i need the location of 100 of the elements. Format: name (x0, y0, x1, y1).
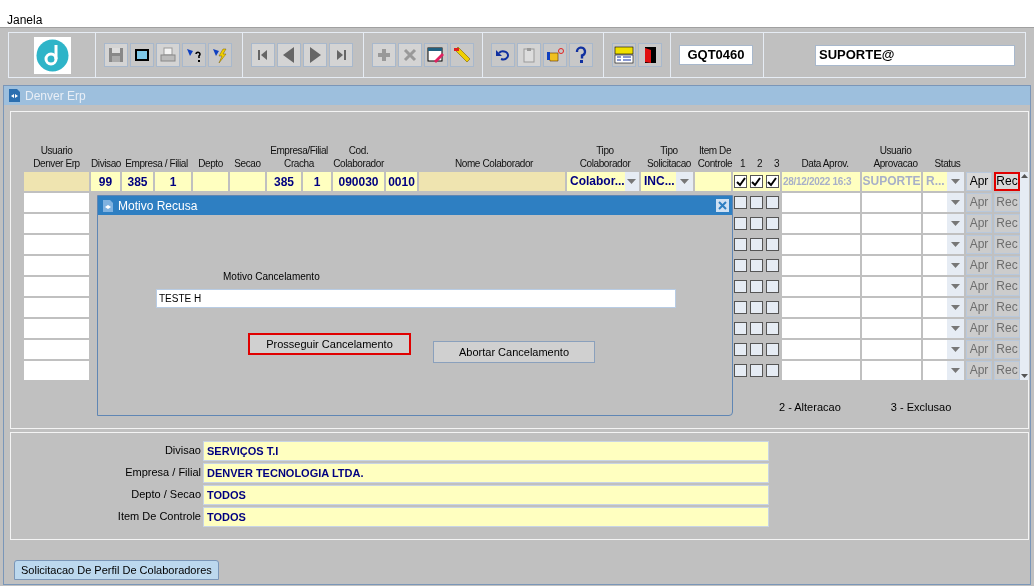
scrollbar[interactable] (1020, 172, 1029, 380)
checkbox[interactable] (750, 259, 763, 272)
window-title: Janela (7, 13, 43, 27)
pencil-icon (452, 45, 472, 65)
checkbox[interactable] (765, 322, 779, 335)
dropdown-field[interactable]: Colabor... (567, 172, 639, 191)
table-cell (24, 235, 89, 254)
printer-icon (158, 45, 178, 65)
checkbox[interactable] (750, 238, 763, 251)
close-icon[interactable] (716, 199, 729, 212)
checkbox[interactable] (765, 238, 779, 251)
field-label: Divisao (163, 443, 201, 459)
pencil-button[interactable] (450, 43, 474, 67)
checkbox[interactable] (734, 259, 748, 272)
dropdown-arrow-icon (951, 347, 960, 352)
dropdown-arrow-icon (951, 179, 960, 184)
dialog-button[interactable]: Abortar Cancelamento (433, 341, 595, 363)
checkbox[interactable] (734, 364, 748, 377)
checkbox[interactable] (734, 343, 748, 356)
next-button[interactable] (303, 43, 327, 67)
table-cell (862, 277, 921, 296)
checkbox[interactable] (765, 301, 779, 314)
table-cell: 0010 (386, 172, 417, 191)
undo-button[interactable] (491, 43, 515, 67)
tab[interactable]: Solicitacao De Perfil De Colaboradores (14, 560, 219, 580)
dropdown-field[interactable] (923, 214, 964, 233)
checkbox[interactable] (765, 280, 779, 293)
checkbox[interactable] (734, 217, 748, 230)
table-cell (862, 235, 921, 254)
row-button[interactable]: Rec (994, 172, 1020, 191)
column-header: Usuario Denver Erp (32, 144, 81, 170)
table-cell (193, 172, 228, 191)
query-button[interactable] (182, 43, 206, 67)
window-button[interactable] (130, 43, 154, 67)
checkbox[interactable] (734, 301, 748, 314)
scroll-down-icon[interactable] (1020, 373, 1029, 380)
checkbox[interactable] (734, 238, 748, 251)
checkbox[interactable] (750, 364, 763, 377)
checkbox[interactable] (765, 364, 779, 377)
row-button[interactable]: Apr (966, 172, 992, 191)
column-header: Usuario Aprovacao (872, 144, 919, 170)
clipboard-button[interactable] (517, 43, 541, 67)
checkbox[interactable] (750, 301, 763, 314)
previous-button[interactable] (277, 43, 301, 67)
table-cell (24, 361, 89, 380)
checkbox[interactable] (750, 280, 763, 293)
dialog-button[interactable]: Prosseguir Cancelamento (248, 333, 411, 355)
checkbox[interactable] (734, 322, 748, 335)
filter-field: DENVER TECNOLOGIA LTDA. (203, 462, 769, 483)
last-record-button[interactable] (329, 43, 353, 67)
checkbox[interactable] (765, 196, 779, 209)
column-header: Item De Controle (697, 144, 733, 170)
dropdown-field[interactable]: INC... (641, 172, 693, 191)
table-cell (24, 172, 89, 191)
checkbox[interactable] (765, 343, 779, 356)
dropdown-arrow-icon (951, 305, 960, 310)
checkbox[interactable] (734, 280, 748, 293)
dropdown-field[interactable] (923, 277, 964, 296)
dropdown-field[interactable] (923, 340, 964, 359)
dropdown-field[interactable] (923, 319, 964, 338)
checkbox[interactable] (750, 343, 763, 356)
table-cell: 1 (303, 172, 331, 191)
column-header: Divisao (91, 157, 120, 170)
checkbox[interactable] (734, 196, 748, 209)
reason-input-field[interactable]: TESTE H (156, 289, 676, 308)
checkbox[interactable] (750, 322, 763, 335)
column-header: Data Aprov. (800, 157, 850, 170)
checkbox[interactable] (750, 217, 763, 230)
dropdown-arrow-icon (951, 368, 960, 373)
checkbox[interactable] (765, 217, 779, 230)
checkbox[interactable] (750, 175, 763, 188)
checkbox[interactable] (734, 175, 748, 188)
table-cell (24, 298, 89, 317)
dropdown-field[interactable] (923, 193, 964, 212)
checkbox[interactable] (750, 196, 763, 209)
checkbox[interactable] (765, 259, 779, 272)
column-header: Status (933, 157, 962, 170)
lightning-button[interactable] (208, 43, 232, 67)
dropdown-field[interactable] (923, 235, 964, 254)
dropdown-field[interactable] (923, 298, 964, 317)
dialog-title: Motivo Recusa (118, 197, 199, 215)
field-label: Empresa / Filial (124, 465, 201, 481)
column-header: Empresa/Filial Cracha (269, 144, 329, 170)
column-header: 3 (772, 157, 781, 170)
dropdown-arrow-icon (951, 263, 960, 268)
check-icon (767, 176, 778, 187)
help-button[interactable] (569, 43, 593, 67)
exit-door-button[interactable] (638, 43, 662, 67)
form-icon (8, 88, 21, 103)
scroll-up-icon[interactable] (1020, 172, 1029, 179)
first-record-button[interactable] (251, 43, 275, 67)
legend-text: 2 - Alteracao (779, 400, 841, 415)
edit-button[interactable] (424, 43, 448, 67)
dropdown-field[interactable]: R... (923, 172, 964, 191)
checkbox[interactable] (765, 175, 779, 188)
dropdown-field[interactable] (923, 256, 964, 275)
menu-button[interactable] (612, 43, 636, 67)
edit-icon (426, 45, 446, 65)
field-label: Item De Controle (116, 509, 201, 525)
dropdown-field[interactable] (923, 361, 964, 380)
